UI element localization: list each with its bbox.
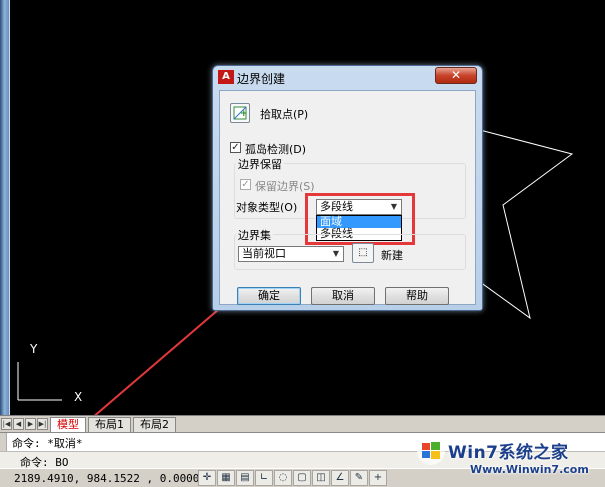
pick-points-label: 拾取点(P) [260,108,309,121]
tab-next-button[interactable]: ▶ [25,418,36,430]
svg-text:+: + [240,109,248,119]
command-history-line: 命令: *取消* [12,437,83,450]
cancel-button[interactable]: 取消 [311,287,375,305]
ucs-y-label: Y [30,342,38,356]
boundary-set-title: 边界集 [236,227,273,243]
close-icon: ✕ [450,68,462,82]
island-detection-label: 孤岛检测(D) [245,143,307,156]
dyn-icon[interactable]: ∠ [331,470,349,486]
retain-boundaries-label: 保留边界(S) [255,180,315,193]
dialog-body: + 拾取点(P) ✓ 孤岛检测(D) 边界保留 ✓ 保留边界(S) 对象类型(O… [219,90,476,305]
pick-points-icon: + [233,106,248,120]
island-detection-checkbox[interactable]: ✓ [230,142,241,153]
osnap-icon[interactable]: ◌ [274,470,292,486]
dialog-title: 边界创建 [237,72,286,86]
command-input-line[interactable]: 命令: BO [0,451,605,469]
close-button[interactable]: ✕ [435,67,477,84]
qp-icon[interactable]: + [369,470,387,486]
select-objects-icon: ⬚ [358,247,368,258]
lineweight-icon[interactable]: ✎ [350,470,368,486]
dialog-titlebar[interactable]: A 边界创建 ✕ [213,66,482,88]
ucs-x-label: X [74,390,83,404]
ortho-icon[interactable]: ▤ [236,470,254,486]
new-label: 新建 [381,249,403,262]
ducs-icon[interactable]: ◫ [312,470,330,486]
tab-model[interactable]: 模型 [50,416,86,432]
retain-boundaries-checkbox: ✓ [240,179,251,190]
coordinate-display[interactable]: 2189.4910, 984.1522 , 0.0000 [14,472,199,485]
tab-last-button[interactable]: ▶| [37,418,48,430]
tab-first-button[interactable]: |◀ [1,418,12,430]
chevron-down-icon: ▼ [332,249,340,258]
pick-points-button[interactable]: + [230,103,250,123]
polar-icon[interactable]: ∟ [255,470,273,486]
boundary-set-value: 当前视口 [242,247,286,260]
tab-layout1[interactable]: 布局1 [88,416,131,432]
otrack-icon[interactable]: ▢ [293,470,311,486]
grid-icon[interactable]: ▦ [217,470,235,486]
help-button[interactable]: 帮助 [385,287,449,305]
autocad-logo-icon: A [218,70,234,84]
layout-tab-bar: |◀ ◀ ▶ ▶| 模型 布局1 布局2 [0,415,605,432]
status-toggles: ✛ ▦ ▤ ∟ ◌ ▢ ◫ ∠ ✎ + [198,470,388,486]
status-bar: 2189.4910, 984.1522 , 0.0000 ✛ ▦ ▤ ∟ ◌ ▢… [0,468,605,487]
ok-button[interactable]: 确定 [237,287,301,305]
tab-layout2[interactable]: 布局2 [133,416,176,432]
boundary-retention-title: 边界保留 [236,156,284,172]
new-boundary-set-button[interactable]: ⬚ [352,243,374,263]
tab-prev-button[interactable]: ◀ [13,418,24,430]
boundary-creation-dialog: A 边界创建 ✕ + 拾取点(P) ✓ 孤岛检测(D) 边界保留 ✓ 保留边界(… [212,65,483,311]
command-window[interactable]: 命令: *取消* 命令: BO [0,432,605,469]
object-type-label: 对象类型(O) [236,201,298,214]
boundary-set-select[interactable]: 当前视口 ▼ [238,246,344,262]
snap-icon[interactable]: ✛ [198,470,216,486]
